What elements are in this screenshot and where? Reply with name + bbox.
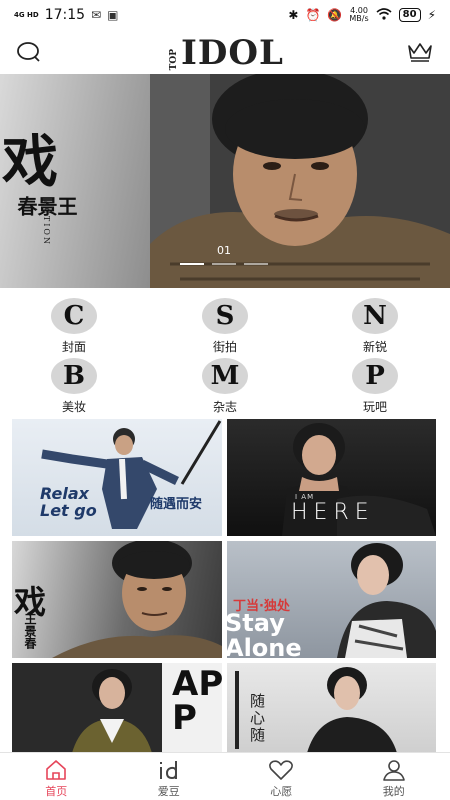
category-letter: P <box>352 358 398 394</box>
card-caption-secondary: HERE <box>291 500 375 525</box>
banner-dot[interactable] <box>212 263 236 265</box>
content-card[interactable]: 丁当·独处 Stay Alone <box>227 541 436 658</box>
category-new[interactable]: N 新锐 <box>335 298 415 355</box>
card-caption-secondary: 随遇而安 <box>150 497 203 512</box>
search-button[interactable] <box>14 40 44 64</box>
banner-page-indicator: 01 <box>178 244 270 265</box>
alarm-icon: ⏰ <box>305 8 321 22</box>
card-caption: Relax Let go <box>40 484 97 520</box>
hero-banner[interactable]: 戏 王景春 ACTION 01 <box>0 74 450 288</box>
crown-icon <box>408 43 432 62</box>
nav-profile-label: 我的 <box>382 785 405 798</box>
home-icon <box>44 759 68 781</box>
category-beauty[interactable]: B 美妆 <box>34 358 114 415</box>
card-caption-secondary: 王景春 <box>23 613 37 649</box>
nav-home-label: 首页 <box>45 785 68 798</box>
card-caption-secondary: Stay Alone <box>227 609 302 659</box>
status-time: 17:15 <box>44 7 86 23</box>
nav-wish-label: 心愿 <box>270 785 293 798</box>
banner-dot[interactable] <box>180 263 204 265</box>
category-label: 美妆 <box>61 400 86 414</box>
bluetooth-icon: ✱ <box>288 8 299 22</box>
category-letter: S <box>202 298 248 334</box>
vip-button[interactable] <box>406 40 434 64</box>
category-label: 杂志 <box>212 400 237 414</box>
category-label: 街拍 <box>212 340 237 354</box>
nav-idol-label: 爱豆 <box>157 785 180 798</box>
category-play[interactable]: P 玩吧 <box>335 358 415 415</box>
image-icon: ▣ <box>107 8 119 22</box>
notification-icon: ✉ <box>91 8 102 22</box>
user-icon <box>382 759 406 781</box>
category-label: 玩吧 <box>362 400 387 414</box>
banner-page-number: 01 <box>217 244 231 257</box>
card-caption: 随心随 <box>248 693 266 744</box>
category-letter: M <box>202 358 248 394</box>
mute-icon: 🔕 <box>327 8 343 22</box>
nav-home[interactable]: 首页 <box>0 753 113 800</box>
nav-wish[interactable]: 心愿 <box>225 753 338 800</box>
bottom-navigation: 首页 爱豆 心愿 我的 <box>0 752 450 800</box>
status-bar: 4G HD 17:15 ✉ ▣ ✱ ⏰ 🔕 4.00 MB/s 80 ⚡ <box>0 0 450 30</box>
charging-icon: ⚡ <box>427 8 436 22</box>
battery-indicator: 80 <box>398 8 421 22</box>
idol-icon <box>156 759 182 781</box>
wifi-icon <box>376 7 392 23</box>
category-letter: B <box>51 358 97 394</box>
network-indicator: 4G HD <box>14 10 39 19</box>
category-street[interactable]: S 街拍 <box>185 298 265 355</box>
heart-icon <box>268 759 294 781</box>
content-card[interactable]: Relax Let go 随遇而安 <box>12 419 222 536</box>
category-magazine[interactable]: M 杂志 <box>185 358 265 415</box>
category-letter: C <box>51 298 97 334</box>
content-card[interactable]: I AM HERE <box>227 419 436 536</box>
content-card[interactable]: 随心随 <box>227 663 436 753</box>
app-header: TOP IDOL <box>0 30 450 74</box>
nav-profile[interactable]: 我的 <box>338 753 450 800</box>
banner-calligraphy: 戏 王景春 ACTION <box>2 129 78 246</box>
category-cover[interactable]: C 封面 <box>34 298 114 355</box>
search-icon <box>17 42 40 62</box>
content-card[interactable]: 戏 王景春 <box>12 541 222 658</box>
category-grid: C 封面 S 街拍 N 新锐 B 美妆 M 杂志 P 玩吧 <box>0 294 450 416</box>
network-speed: 4.00 MB/s <box>349 6 369 23</box>
content-card[interactable]: APP <box>12 663 222 753</box>
banner-dot[interactable] <box>244 263 268 265</box>
nav-idol[interactable]: 爱豆 <box>113 753 226 800</box>
category-label: 新锐 <box>362 340 387 354</box>
category-label: 封面 <box>61 340 86 354</box>
app-logo: TOP IDOL <box>169 33 284 73</box>
card-caption: APP <box>172 664 222 738</box>
category-letter: N <box>352 298 398 334</box>
